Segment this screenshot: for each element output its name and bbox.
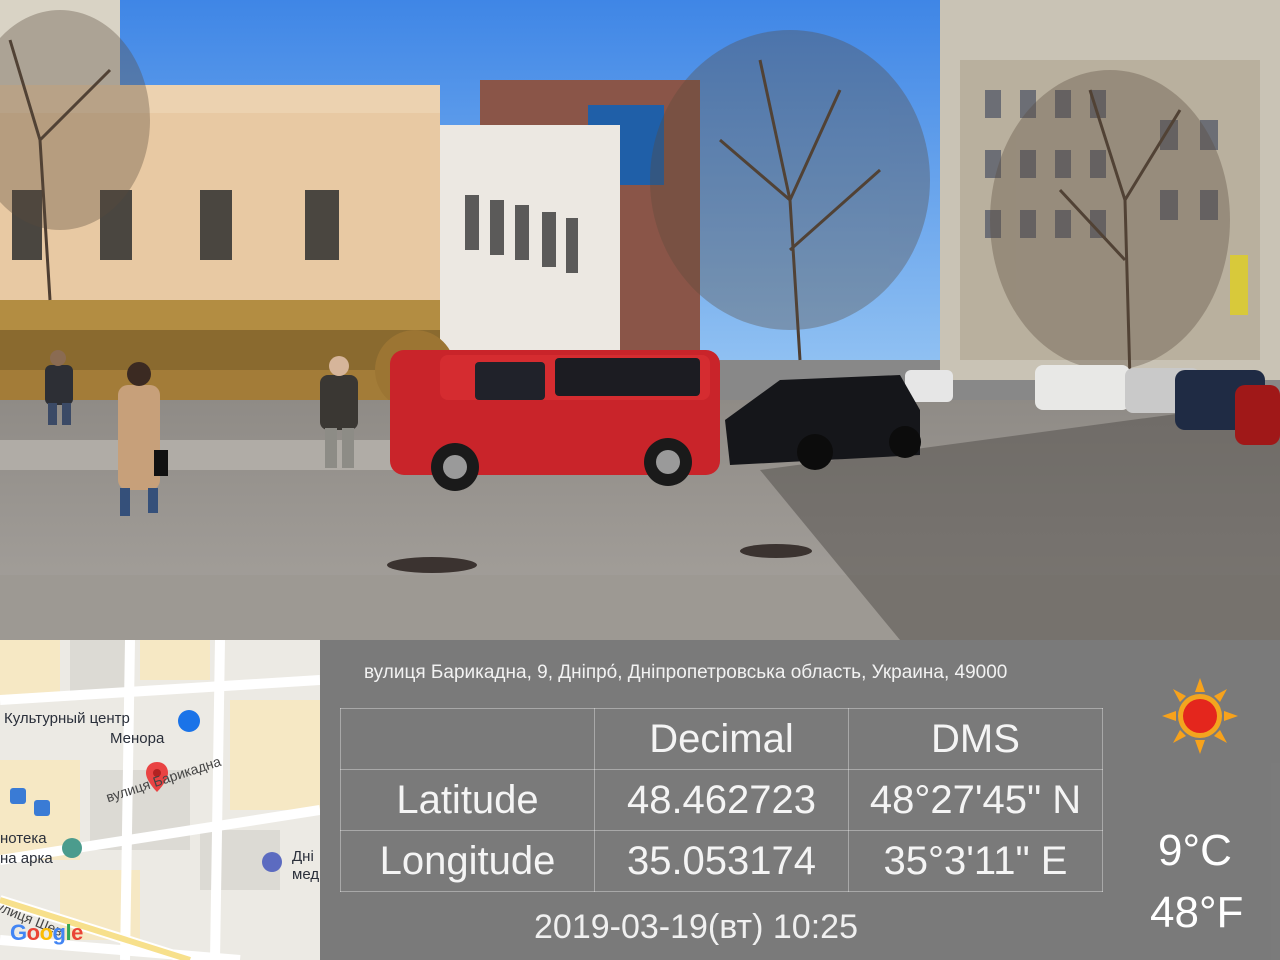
map-label-menora: Менора bbox=[110, 730, 165, 747]
map-label-culture-center: Культурный центр bbox=[4, 710, 130, 727]
map-label-arch: на арка bbox=[0, 850, 53, 867]
latitude-label: Latitude bbox=[340, 769, 595, 831]
map-thumbnail[interactable]: Культурный центр Менора вулиця Барикадна… bbox=[0, 640, 320, 960]
table-header-dms: DMS bbox=[848, 708, 1103, 770]
coordinates-table: Decimal DMS Latitude 48.462723 48°27'45"… bbox=[340, 708, 1103, 892]
place-marker-icon bbox=[178, 710, 200, 732]
map-label-library: нотека bbox=[0, 830, 47, 847]
map-label-dn-1: Дні bbox=[292, 848, 314, 865]
longitude-dms: 35°3'11" E bbox=[848, 830, 1103, 892]
temperature-celsius: 9°C bbox=[1158, 826, 1232, 875]
map-label-dn-2: мед bbox=[292, 866, 320, 883]
table-row-longitude: Longitude 35.053174 35°3'11" E bbox=[340, 830, 1103, 892]
sun-icon bbox=[1162, 678, 1238, 754]
table-header-decimal: Decimal bbox=[594, 708, 849, 770]
table-header-row: Decimal DMS bbox=[340, 708, 1103, 770]
google-logo: Google bbox=[10, 920, 83, 945]
address-text: вулиця Барикадна, 9, Дніпро́, Дніпропетр… bbox=[364, 662, 1008, 683]
latitude-dms: 48°27'45" N bbox=[848, 769, 1103, 831]
geo-overlay: Культурный центр Менора вулиця Барикадна… bbox=[0, 640, 1280, 960]
info-panel: вулиця Барикадна, 9, Дніпро́, Дніпропетр… bbox=[320, 640, 1280, 960]
longitude-label: Longitude bbox=[340, 830, 595, 892]
table-header-empty bbox=[340, 708, 595, 770]
longitude-decimal: 35.053174 bbox=[594, 830, 849, 892]
timestamp-text: 2019-03-19(вт) 10:25 bbox=[534, 908, 858, 946]
temperature-fahrenheit: 48°F bbox=[1150, 888, 1244, 937]
school-icon bbox=[262, 852, 282, 872]
latitude-decimal: 48.462723 bbox=[594, 769, 849, 831]
library-icon bbox=[62, 838, 82, 858]
street-photo bbox=[0, 0, 1280, 640]
table-row-latitude: Latitude 48.462723 48°27'45" N bbox=[340, 769, 1103, 831]
